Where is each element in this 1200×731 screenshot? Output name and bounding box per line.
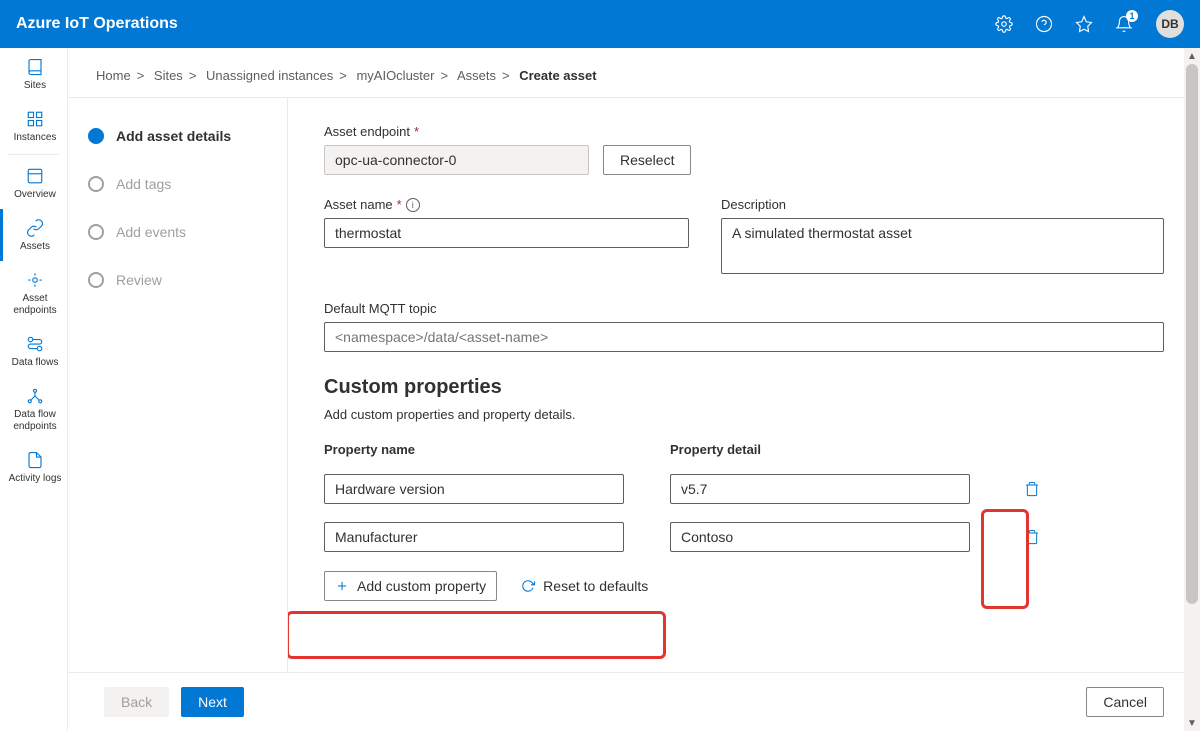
nav-assets[interactable]: Assets [0, 209, 67, 261]
notification-badge: 1 [1126, 10, 1138, 22]
col-name-header: Property name [324, 442, 624, 457]
help-icon[interactable] [1028, 8, 1060, 40]
crumb-home[interactable]: Home [96, 68, 131, 83]
col-detail-header: Property detail [670, 442, 970, 457]
back-button: Back [104, 687, 169, 717]
nav-activity-logs[interactable]: Activity logs [0, 441, 67, 493]
breadcrumb: Home> Sites> Unassigned instances> myAIO… [68, 48, 1200, 98]
nav-instances[interactable]: Instances [0, 100, 67, 152]
mqtt-label: Default MQTT topic [324, 301, 1164, 316]
custom-props-desc: Add custom properties and property detai… [324, 407, 1164, 422]
scroll-up-icon[interactable]: ▲ [1184, 48, 1200, 64]
mqtt-topic-input[interactable] [324, 322, 1164, 352]
prop-detail-0[interactable] [670, 474, 970, 504]
nav-data-flow-endpoints[interactable]: Data flow endpoints [0, 377, 67, 441]
name-label: Asset name * i [324, 197, 689, 212]
add-custom-property-button[interactable]: Add custom property [324, 571, 497, 601]
nav-asset-endpoints[interactable]: Asset endpoints [0, 261, 67, 325]
nav-overview[interactable]: Overview [0, 157, 67, 209]
endpoint-label: Asset endpoint * [324, 124, 1164, 139]
refresh-icon [521, 579, 535, 593]
crumb-unassigned[interactable]: Unassigned instances [206, 68, 333, 83]
stepper: Add asset details Add tags Add events Re… [68, 98, 288, 672]
properties-grid: Property name Property detail [324, 442, 1164, 553]
feedback-icon[interactable] [1068, 8, 1100, 40]
left-nav: Sites Instances Overview Assets Asset en… [0, 48, 68, 731]
header-actions: 1 DB [988, 8, 1184, 40]
crumb-assets[interactable]: Assets [457, 68, 496, 83]
desc-label: Description [721, 197, 1164, 212]
crumb-sites[interactable]: Sites [154, 68, 183, 83]
top-header: Azure IoT Operations 1 DB [0, 0, 1200, 48]
settings-icon[interactable] [988, 8, 1020, 40]
plus-icon [335, 579, 349, 593]
prop-detail-1[interactable] [670, 522, 970, 552]
reselect-button[interactable]: Reselect [603, 145, 691, 175]
footer: Back Next Cancel [68, 672, 1200, 731]
step-details[interactable]: Add asset details [88, 128, 267, 144]
next-button[interactable]: Next [181, 687, 244, 717]
highlight-buttons [288, 611, 666, 659]
notifications-icon[interactable]: 1 [1108, 8, 1140, 40]
prop-name-1[interactable] [324, 522, 624, 552]
nav-sites[interactable]: Sites [0, 48, 67, 100]
crumb-cluster[interactable]: myAIOcluster [356, 68, 434, 83]
scrollbar[interactable]: ▲ ▼ [1184, 48, 1200, 731]
cancel-button[interactable]: Cancel [1086, 687, 1164, 717]
reset-defaults-button[interactable]: Reset to defaults [511, 571, 658, 601]
delete-prop-0[interactable] [1016, 473, 1048, 505]
step-tags[interactable]: Add tags [88, 176, 267, 192]
delete-prop-1[interactable] [1016, 521, 1048, 553]
prop-name-0[interactable] [324, 474, 624, 504]
step-events[interactable]: Add events [88, 224, 267, 240]
scroll-thumb[interactable] [1186, 64, 1198, 604]
info-icon[interactable]: i [406, 198, 420, 212]
avatar[interactable]: DB [1156, 10, 1184, 38]
endpoint-value: opc-ua-connector-0 [324, 145, 589, 175]
main-area: Home> Sites> Unassigned instances> myAIO… [68, 48, 1200, 731]
custom-props-title: Custom properties [324, 376, 1164, 399]
scroll-down-icon[interactable]: ▼ [1184, 715, 1200, 731]
form-area: Asset endpoint * opc-ua-connector-0 Rese… [288, 98, 1200, 672]
nav-data-flows[interactable]: Data flows [0, 325, 67, 377]
app-title: Azure IoT Operations [16, 15, 178, 33]
crumb-current: Create asset [519, 68, 596, 83]
step-review[interactable]: Review [88, 272, 267, 288]
asset-name-input[interactable] [324, 218, 689, 248]
description-input[interactable] [721, 218, 1164, 274]
